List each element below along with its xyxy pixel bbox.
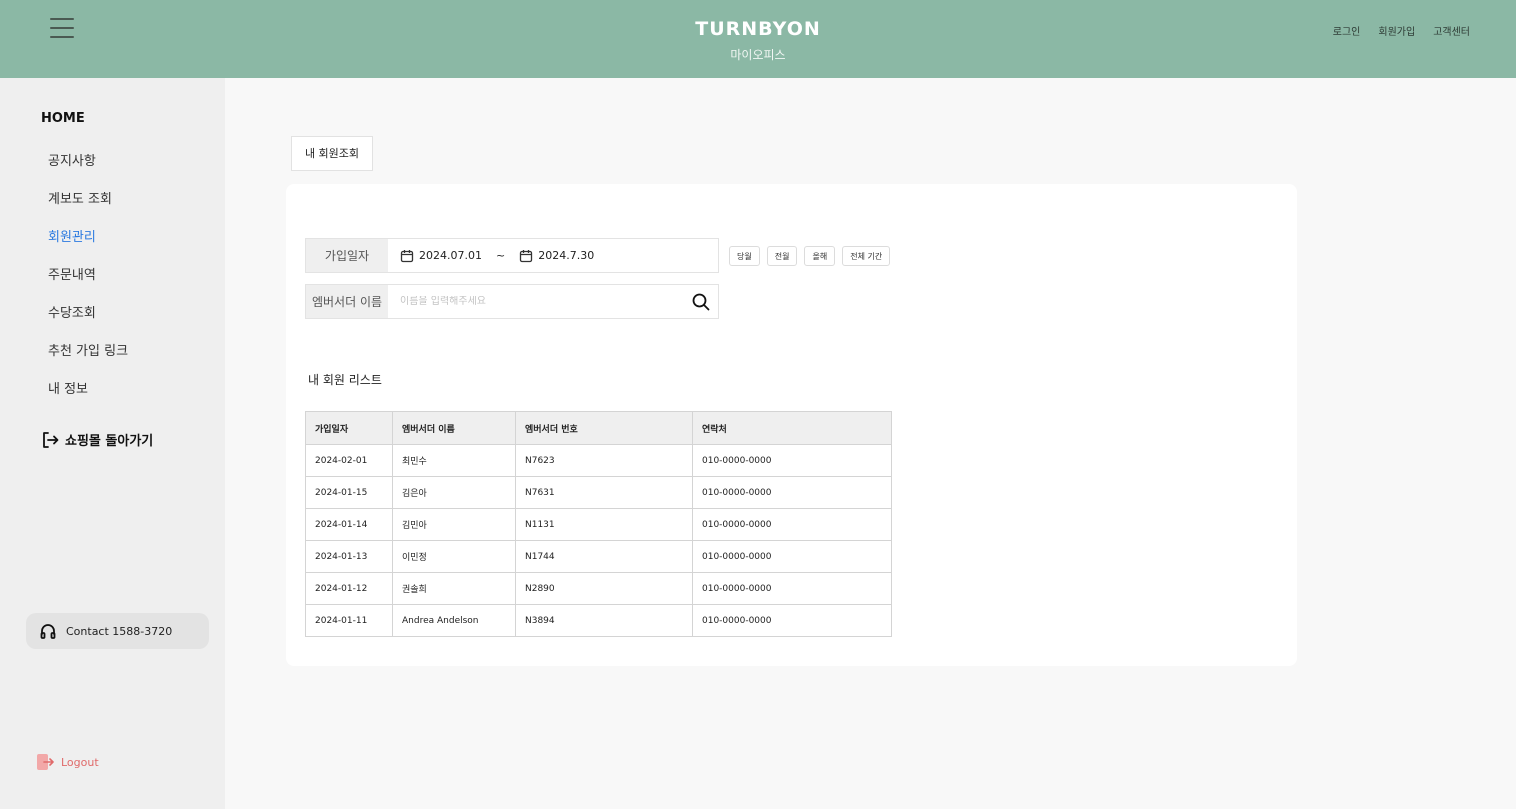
member-list-title: 내 회원 리스트 bbox=[308, 373, 382, 387]
sidebar-item-orders[interactable]: 주문내역 bbox=[48, 266, 128, 304]
cell-contact: 010-0000-0000 bbox=[692, 444, 892, 477]
cell-contact: 010-0000-0000 bbox=[692, 604, 892, 637]
members-card: 가입일자 2024.07.01 ~ 2024.7.30 당월 전월 올해 전체 … bbox=[286, 184, 1297, 666]
table-row[interactable]: 2024-02-01 최민수 N7623 010-0000-0000 bbox=[305, 444, 892, 477]
cell-contact: 010-0000-0000 bbox=[692, 540, 892, 573]
cell-ambassador-number: N2890 bbox=[515, 572, 693, 605]
search-icon[interactable] bbox=[692, 293, 710, 311]
calendar-icon bbox=[520, 249, 533, 262]
cell-ambassador-name: 김민아 bbox=[392, 508, 516, 541]
cell-ambassador-number: N7623 bbox=[515, 444, 693, 477]
contact-button[interactable]: Contact 1588-3720 bbox=[26, 613, 209, 649]
signup-link[interactable]: 회원가입 bbox=[1378, 23, 1415, 38]
name-filter-label: 엠버서더 이름 bbox=[306, 285, 388, 318]
header-contact: 연락처 bbox=[692, 411, 892, 445]
cell-ambassador-name: 이민정 bbox=[392, 540, 516, 573]
end-date-value: 2024.7.30 bbox=[538, 249, 595, 262]
sidebar-item-referral-link[interactable]: 추천 가입 링크 bbox=[48, 342, 128, 380]
cell-contact: 010-0000-0000 bbox=[692, 476, 892, 509]
sidebar: HOME 공지사항 계보도 조회 회원관리 주문내역 수당조회 추천 가입 링크… bbox=[0, 78, 225, 809]
brand: TURNBYON 마이오피스 bbox=[0, 18, 1516, 63]
back-to-mall-button[interactable]: 쇼핑몰 돌아가기 bbox=[41, 430, 153, 449]
date-range: 2024.07.01 ~ 2024.7.30 bbox=[388, 239, 718, 272]
sidebar-item-genealogy[interactable]: 계보도 조회 bbox=[48, 190, 128, 228]
top-links: 로그인 회원가입 고객센터 bbox=[1333, 23, 1470, 38]
logout-button[interactable]: Logout bbox=[36, 753, 99, 771]
cell-join-date: 2024-01-12 bbox=[305, 572, 393, 605]
cell-join-date: 2024-01-15 bbox=[305, 476, 393, 509]
table-row[interactable]: 2024-01-11 Andrea Andelson N3894 010-000… bbox=[305, 604, 892, 637]
tab-my-members[interactable]: 내 회원조회 bbox=[291, 136, 373, 171]
table-row[interactable]: 2024-01-14 김민아 N1131 010-0000-0000 bbox=[305, 508, 892, 541]
name-search bbox=[388, 285, 718, 318]
cell-ambassador-number: N3894 bbox=[515, 604, 693, 637]
table-row[interactable]: 2024-01-13 이민정 N1744 010-0000-0000 bbox=[305, 540, 892, 573]
table-row[interactable]: 2024-01-12 권솔희 N2890 010-0000-0000 bbox=[305, 572, 892, 605]
calendar-icon bbox=[400, 249, 414, 262]
cell-ambassador-name: 김은아 bbox=[392, 476, 516, 509]
this-year-button[interactable]: 올해 bbox=[804, 246, 836, 266]
sidebar-item-members[interactable]: 회원관리 bbox=[48, 228, 128, 266]
table-row[interactable]: 2024-01-15 김은아 N7631 010-0000-0000 bbox=[305, 476, 892, 509]
cell-ambassador-number: N7631 bbox=[515, 476, 693, 509]
contact-label: Contact 1588-3720 bbox=[66, 624, 173, 638]
cell-ambassador-name: Andrea Andelson bbox=[392, 604, 516, 637]
cell-join-date: 2024-01-14 bbox=[305, 508, 393, 541]
start-date-value: 2024.07.01 bbox=[419, 249, 482, 262]
cell-join-date: 2024-01-11 bbox=[305, 604, 393, 637]
sidebar-item-notice[interactable]: 공지사항 bbox=[48, 152, 128, 190]
cell-contact: 010-0000-0000 bbox=[692, 572, 892, 605]
quick-period-buttons: 당월 전월 올해 전체 기간 bbox=[729, 246, 891, 266]
header-join-date: 가입일자 bbox=[305, 411, 393, 445]
cell-ambassador-name: 권솔희 bbox=[392, 572, 516, 605]
cell-ambassador-number: N1131 bbox=[515, 508, 693, 541]
sidebar-item-my-info[interactable]: 내 정보 bbox=[48, 380, 128, 418]
exit-arrow-icon bbox=[43, 431, 59, 448]
customer-center-link[interactable]: 고객센터 bbox=[1433, 23, 1470, 38]
end-date-picker[interactable]: 2024.7.30 bbox=[519, 249, 594, 263]
date-filter-label: 가입일자 bbox=[306, 239, 388, 272]
last-month-button[interactable]: 전월 bbox=[766, 246, 798, 266]
logout-label: Logout bbox=[61, 755, 99, 769]
cell-join-date: 2024-02-01 bbox=[305, 444, 393, 477]
cell-contact: 010-0000-0000 bbox=[692, 508, 892, 541]
page-subtitle: 마이오피스 bbox=[730, 48, 786, 62]
sidebar-item-allowance[interactable]: 수당조회 bbox=[48, 304, 128, 342]
header-ambassador-number: 엠버서더 번호 bbox=[515, 411, 693, 445]
sidebar-home[interactable]: HOME bbox=[41, 111, 85, 126]
table-header-row: 가입일자 엠버서더 이름 엠버서더 번호 연락처 bbox=[305, 411, 892, 445]
this-month-button[interactable]: 당월 bbox=[729, 246, 760, 266]
date-separator: ~ bbox=[495, 249, 506, 262]
brand-logo[interactable]: TURNBYON bbox=[0, 18, 1516, 40]
cell-ambassador-number: N1744 bbox=[515, 540, 693, 573]
back-to-mall-label: 쇼핑몰 돌아가기 bbox=[65, 434, 154, 449]
member-table: 가입일자 엠버서더 이름 엠버서더 번호 연락처 2024-02-01 최민수 … bbox=[305, 411, 892, 637]
ambassador-name-input[interactable] bbox=[400, 296, 680, 307]
start-date-picker[interactable]: 2024.07.01 bbox=[400, 249, 482, 263]
all-period-button[interactable]: 전체 기간 bbox=[842, 246, 891, 266]
date-filter-row: 가입일자 2024.07.01 ~ 2024.7.30 bbox=[305, 238, 719, 273]
login-link[interactable]: 로그인 bbox=[1333, 23, 1361, 38]
cell-join-date: 2024-01-13 bbox=[305, 540, 393, 573]
header-ambassador-name: 엠버서더 이름 bbox=[392, 411, 516, 445]
main-content: 내 회원조회 가입일자 2024.07.01 ~ 2024.7.30 당월 전월… bbox=[225, 78, 1516, 809]
top-header: TURNBYON 마이오피스 로그인 회원가입 고객센터 bbox=[0, 0, 1516, 78]
sidebar-nav: 공지사항 계보도 조회 회원관리 주문내역 수당조회 추천 가입 링크 내 정보 bbox=[48, 152, 128, 418]
cell-ambassador-name: 최민수 bbox=[392, 444, 516, 477]
name-filter-row: 엠버서더 이름 bbox=[305, 284, 719, 319]
logout-icon bbox=[37, 754, 54, 770]
headset-icon bbox=[40, 624, 56, 639]
